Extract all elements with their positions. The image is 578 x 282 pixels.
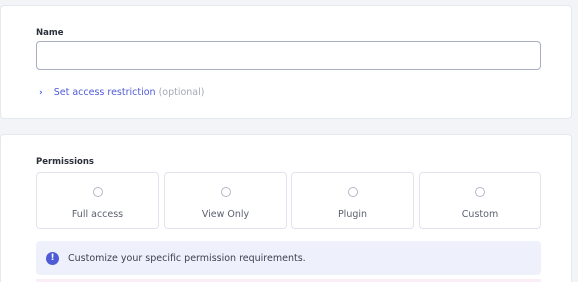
set-access-restriction-link[interactable]: › Set access restriction (optional) xyxy=(39,87,204,98)
radio-icon[interactable] xyxy=(475,187,485,197)
radio-icon[interactable] xyxy=(220,187,231,197)
permission-option-label: Full access xyxy=(71,209,124,220)
permission-option-plugin[interactable]: Plugin xyxy=(291,172,414,229)
permissions-card: Permissions Full access View Only Plugin… xyxy=(0,134,572,282)
name-input[interactable] xyxy=(36,41,541,70)
permission-option-label: Plugin xyxy=(337,209,368,220)
permission-option-label: View Only xyxy=(201,209,250,220)
permissions-label: Permissions xyxy=(36,157,94,167)
access-link-label: Set access restriction xyxy=(53,87,156,98)
info-text: Customize your specific permission requi… xyxy=(68,252,306,264)
radio-icon[interactable] xyxy=(347,187,358,197)
radio-icon[interactable] xyxy=(92,187,103,197)
name-label: Name xyxy=(36,28,64,38)
access-link-optional: (optional) xyxy=(158,87,205,98)
exclamation-icon: ! xyxy=(46,251,59,265)
permission-option-view-only[interactable]: View Only xyxy=(164,172,287,229)
info-banner: ! Customize your specific permission req… xyxy=(36,241,541,275)
name-card: Name › Set access restriction (optional) xyxy=(0,5,572,119)
chevron-right-icon: › xyxy=(39,87,43,98)
permission-option-full-access[interactable]: Full access xyxy=(36,172,159,229)
permission-option-custom[interactable]: Custom xyxy=(419,172,541,229)
permission-option-label: Custom xyxy=(461,209,499,220)
